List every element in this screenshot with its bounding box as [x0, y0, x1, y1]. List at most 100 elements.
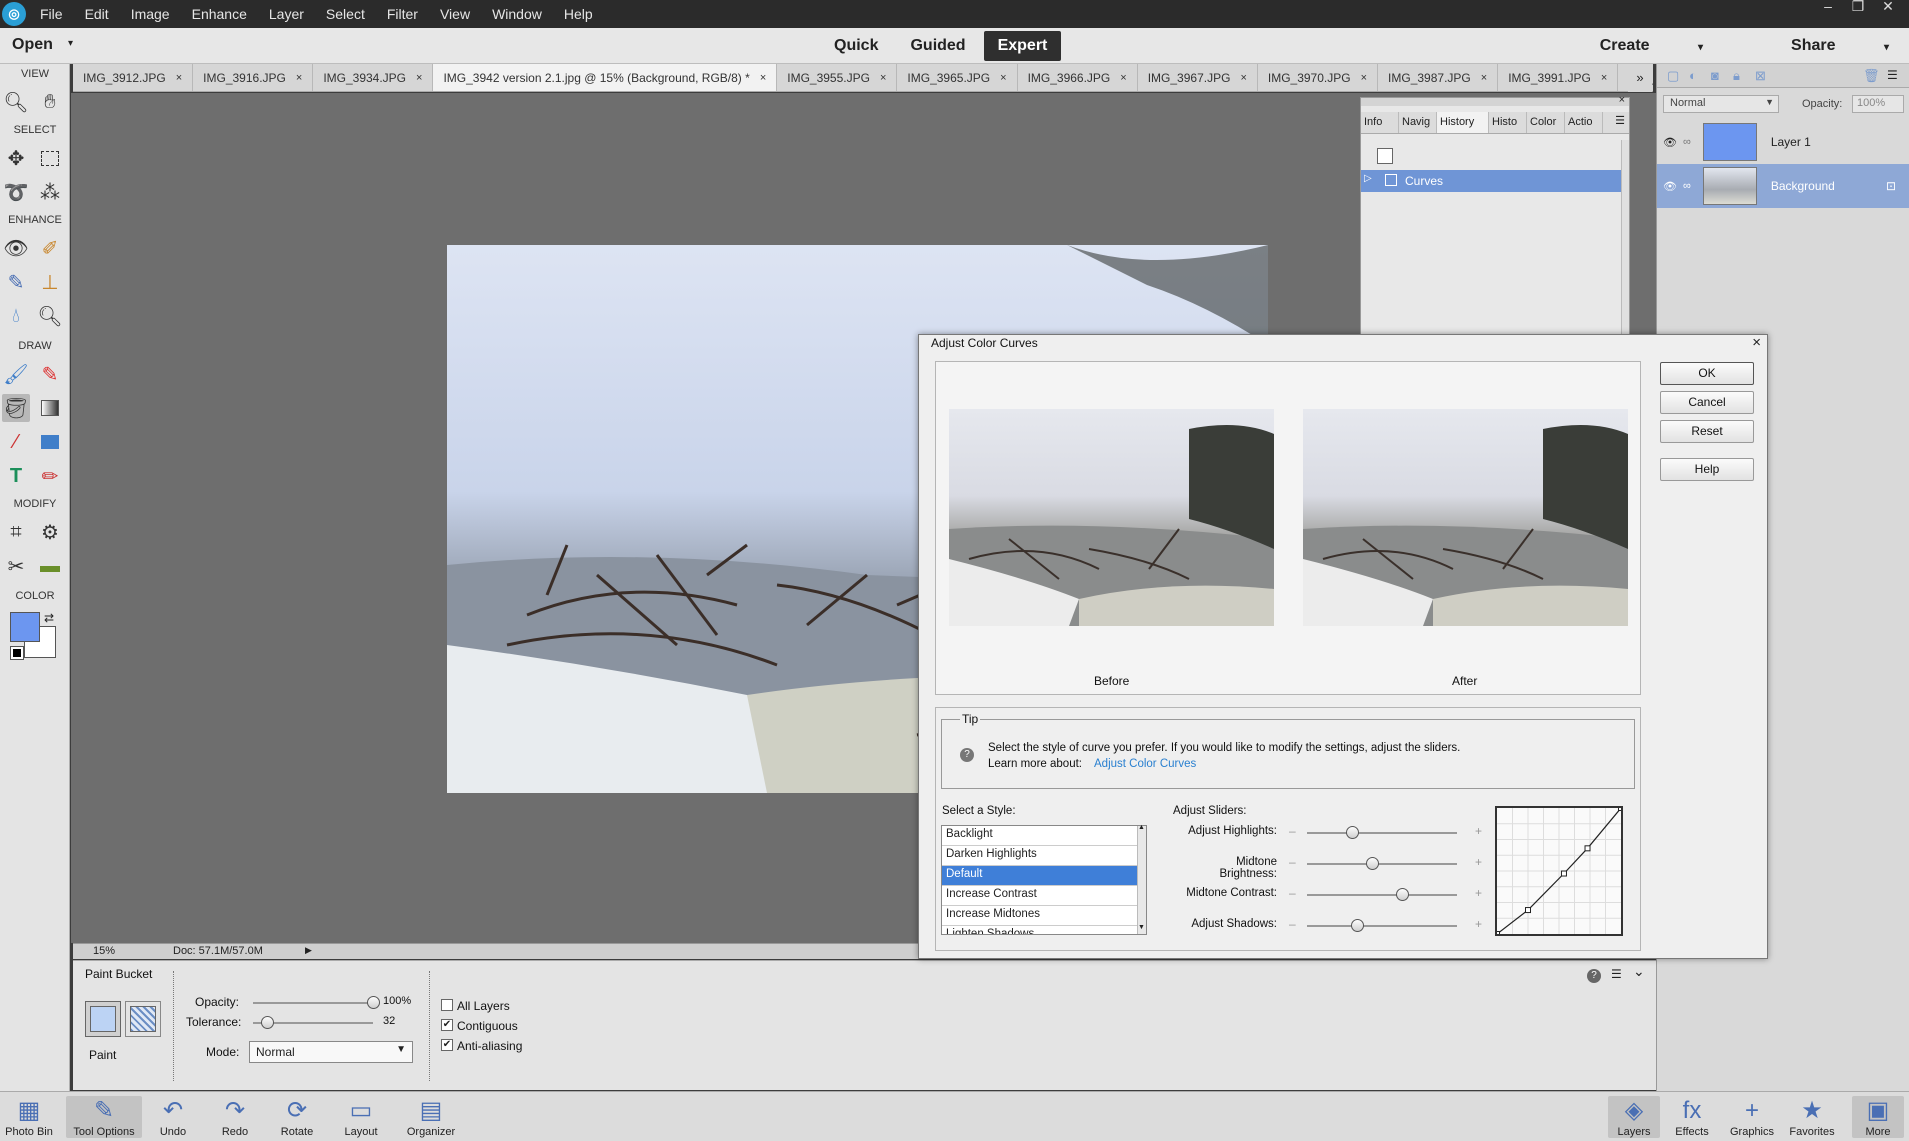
document-tab[interactable]: IMG_3934.JPG ×: [313, 64, 434, 91]
options-menu-icon[interactable]: ☰: [1611, 967, 1622, 981]
anti-aliasing-checkbox[interactable]: ✔: [441, 1039, 453, 1051]
style-item-increase-contrast[interactable]: Increase Contrast: [942, 886, 1146, 906]
panel-tab-color[interactable]: Color: [1527, 112, 1565, 133]
layer-row-layer1[interactable]: 👁 ∞ Layer 1: [1657, 120, 1909, 164]
straighten-tool-icon[interactable]: ▬: [36, 552, 64, 580]
create-button[interactable]: Create ▾: [1556, 37, 1703, 55]
document-tab[interactable]: IMG_3965.JPG ×: [897, 64, 1018, 91]
document-tab[interactable]: IMG_3991.JPG ×: [1498, 64, 1619, 91]
document-tab[interactable]: IMG_3970.JPG ×: [1258, 64, 1379, 91]
eraser-tool-icon[interactable]: ✎: [36, 360, 64, 388]
document-tab[interactable]: IMG_3916.JPG ×: [193, 64, 314, 91]
open-caret-icon[interactable]: ▾: [68, 38, 73, 49]
pattern-mode-button[interactable]: [125, 1001, 161, 1037]
style-list-scrollbar[interactable]: ▲ ▼: [1137, 824, 1146, 934]
default-colors-icon[interactable]: [10, 646, 24, 660]
mode-select[interactable]: Normal ▼: [249, 1041, 413, 1063]
lock-icon[interactable]: 🔒︎: [1733, 68, 1740, 84]
tab-close-icon[interactable]: ×: [1240, 72, 1246, 84]
mode-guided[interactable]: Guided: [896, 31, 979, 61]
spot-healing-icon[interactable]: ✐: [36, 234, 64, 262]
all-layers-checkbox[interactable]: [441, 999, 453, 1011]
scroll-down-icon[interactable]: ▼: [1138, 924, 1145, 931]
document-tab[interactable]: IMG_3987.JPG ×: [1378, 64, 1499, 91]
menu-image[interactable]: Image: [131, 6, 170, 22]
trash-icon[interactable]: 🗑︎: [1863, 68, 1880, 84]
opacity-slider-track[interactable]: [253, 1002, 373, 1004]
slider-track[interactable]: [1307, 925, 1457, 927]
marquee-tool-icon[interactable]: [36, 144, 64, 172]
blend-mode-select[interactable]: Normal ▼: [1663, 95, 1779, 113]
contiguous-checkbox[interactable]: ✔: [441, 1019, 453, 1031]
collapse-icon[interactable]: ⌄: [1633, 963, 1645, 980]
style-item-darken-highlights[interactable]: Darken Highlights: [942, 846, 1146, 866]
dialog-close-icon[interactable]: ×: [1752, 334, 1761, 351]
share-button[interactable]: Share ▾: [1747, 37, 1889, 55]
status-menu-icon[interactable]: ▶: [305, 945, 312, 956]
style-list[interactable]: Backlight Darken Highlights Default Increas…: [941, 825, 1147, 935]
tolerance-slider-knob[interactable]: [261, 1016, 275, 1029]
opacity-slider-knob[interactable]: [367, 996, 380, 1009]
open-button[interactable]: Open: [12, 36, 53, 54]
document-tab[interactable]: IMG_3966.JPG ×: [1018, 64, 1138, 91]
tab-close-icon[interactable]: ×: [1000, 72, 1006, 84]
minimize-icon[interactable]: –: [1813, 0, 1843, 14]
pencil-tool-icon[interactable]: ✏︎: [36, 462, 64, 490]
panel-tab-histo[interactable]: Histo: [1489, 112, 1527, 133]
tab-close-icon[interactable]: ×: [760, 72, 766, 84]
style-item-default[interactable]: Default: [942, 866, 1146, 886]
document-tab[interactable]: IMG_3967.JPG ×: [1138, 64, 1258, 91]
new-fill-layer-icon[interactable]: ◐: [1689, 68, 1697, 83]
style-item-lighten-shadows[interactable]: Lighten Shadows: [942, 926, 1146, 934]
paint-mode-button[interactable]: [85, 1001, 121, 1037]
help-icon[interactable]: ?: [1587, 969, 1601, 983]
visibility-eye-icon[interactable]: 👁: [1663, 180, 1677, 193]
eyedropper-icon[interactable]: ⁄: [2, 428, 30, 456]
paint-bucket-icon[interactable]: 🪣︎: [2, 394, 30, 422]
cancel-button[interactable]: Cancel: [1660, 391, 1754, 414]
tool-options-button[interactable]: ✎ Tool Options: [66, 1096, 142, 1138]
panel-close-icon[interactable]: ×: [1619, 94, 1625, 106]
layout-button[interactable]: ▭ Layout: [336, 1096, 386, 1138]
menu-select[interactable]: Select: [326, 6, 365, 22]
tab-close-icon[interactable]: ×: [416, 72, 422, 84]
maximize-icon[interactable]: ❐: [1843, 0, 1873, 14]
type-tool-icon[interactable]: T: [2, 462, 30, 490]
style-item-backlight[interactable]: Backlight: [942, 826, 1146, 846]
rotate-button[interactable]: ⟳ Rotate: [272, 1096, 322, 1138]
tab-close-icon[interactable]: ×: [1601, 72, 1607, 84]
slider-track[interactable]: [1307, 894, 1457, 896]
menu-help[interactable]: Help: [564, 6, 593, 22]
graphics-button[interactable]: + Graphics: [1726, 1096, 1778, 1138]
link-icon[interactable]: ∞: [1683, 180, 1691, 192]
slider-knob[interactable]: [1346, 826, 1359, 839]
scroll-up-icon[interactable]: ▲: [1138, 824, 1145, 831]
document-tab[interactable]: IMG_3955.JPG ×: [777, 64, 898, 91]
document-tab[interactable]: IMG_3912.JPG ×: [73, 64, 194, 91]
close-window-icon[interactable]: ✕: [1873, 0, 1903, 14]
layer-name[interactable]: Background: [1771, 179, 1835, 193]
panel-tab-actio[interactable]: Actio: [1565, 112, 1603, 133]
favorites-button[interactable]: ★ Favorites: [1786, 1096, 1838, 1138]
panel-tab-history[interactable]: History: [1437, 112, 1489, 133]
panel-tab-info[interactable]: Info: [1361, 112, 1399, 133]
panel-menu-icon[interactable]: ☰: [1887, 68, 1898, 82]
move-tool-icon[interactable]: ✥: [2, 144, 30, 172]
lock-all-icon[interactable]: ⊠: [1755, 68, 1766, 84]
menu-file[interactable]: File: [40, 6, 63, 22]
history-menu-icon[interactable]: ☰: [1615, 114, 1625, 127]
tab-close-icon[interactable]: ×: [880, 72, 886, 84]
hand-tool-icon[interactable]: ✋︎: [36, 88, 64, 116]
history-item[interactable]: ▷ Curves: [1361, 170, 1623, 192]
clone-stamp-icon[interactable]: ⊥: [36, 268, 64, 296]
more-button[interactable]: ▣ More: [1852, 1096, 1904, 1138]
zoom-level[interactable]: 15%: [93, 945, 115, 957]
undo-button[interactable]: ↶ Undo: [150, 1096, 196, 1138]
lasso-tool-icon[interactable]: ➰: [2, 178, 30, 206]
tip-link[interactable]: Adjust Color Curves: [1094, 758, 1196, 770]
menu-enhance[interactable]: Enhance: [192, 6, 247, 22]
layer-row-background[interactable]: 👁 ∞ Background ⊡: [1657, 164, 1909, 208]
swap-colors-icon[interactable]: ⇄: [44, 611, 54, 625]
smart-brush-icon[interactable]: ✎: [2, 268, 30, 296]
document-tab[interactable]: IMG_3942 version 2.1.jpg @ 15% (Backgrou…: [433, 64, 778, 91]
